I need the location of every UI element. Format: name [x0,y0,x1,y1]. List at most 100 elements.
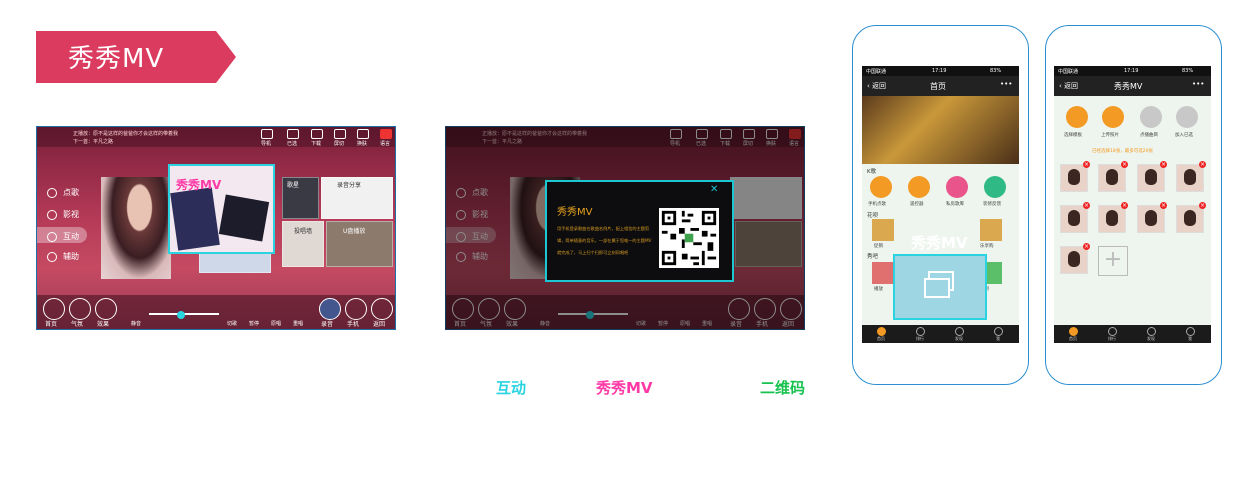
side-item-interactive[interactable]: 互动 [47,231,79,242]
delete-icon[interactable]: × [1199,161,1206,168]
bottom-label: 首页 [454,321,467,328]
delete-icon[interactable]: × [1083,161,1090,168]
promo-tile[interactable] [872,219,894,241]
me-tab-icon[interactable] [1186,327,1195,336]
playback-label[interactable]: 暂停 [249,320,259,327]
delete-icon[interactable]: × [1083,243,1090,250]
close-icon[interactable]: ✕ [710,184,718,195]
delete-icon[interactable]: × [1160,202,1167,209]
phone-button[interactable] [754,298,776,320]
top-label: 换肤 [357,141,368,147]
item-label: 装修反馈 [983,202,1001,207]
playback-label[interactable]: 原唱 [271,320,281,327]
playback-label[interactable]: 切歌 [227,320,237,327]
home-button[interactable] [452,298,474,320]
photo-thumb[interactable] [1137,205,1165,233]
atmosphere-button[interactable] [69,298,91,320]
add-photo-icon[interactable]: + [1098,246,1128,276]
delete-icon[interactable]: × [1121,202,1128,209]
side-item-interactive[interactable]: 互动 [456,231,488,242]
side-item-song[interactable]: 点歌 [456,187,488,198]
atmosphere-button[interactable] [478,298,500,320]
top-label: 屏切 [743,141,754,147]
more-button[interactable]: ••• [1000,80,1012,88]
record-button[interactable] [319,298,341,320]
delete-icon[interactable]: × [1083,202,1090,209]
back-button[interactable] [780,298,802,320]
more-button[interactable]: ••• [1192,80,1204,88]
photo-thumb[interactable] [1098,205,1126,233]
photo-thumb[interactable] [1176,205,1204,233]
bottom-label: 效果 [97,321,110,328]
tile-usb[interactable] [735,221,802,267]
add-step-icon[interactable] [1176,106,1198,128]
upload-hint: 已经选择18张，最多可选20张 [1092,149,1153,154]
rank-tab-icon[interactable] [1108,327,1117,336]
photo-thumb[interactable] [1060,246,1088,274]
skin-icon[interactable] [766,129,778,139]
rank-tab-icon[interactable] [916,327,925,336]
library-icon[interactable] [946,176,968,198]
now-playing: 正播放：原不是这样的爸爸你才会这样的带着我 [73,131,179,137]
nav-icon[interactable] [261,129,273,139]
skin-icon[interactable] [357,129,369,139]
delete-icon[interactable]: × [1160,161,1167,168]
photo-thumb[interactable] [1060,164,1088,192]
back-button[interactable]: ‹ 返回 [867,81,886,91]
template-step-icon[interactable] [1066,106,1088,128]
download-icon[interactable] [311,129,323,139]
selected-icon[interactable] [287,129,299,139]
back-button[interactable]: ‹ 返回 [1059,81,1078,91]
delete-icon[interactable]: × [1199,202,1206,209]
volume-knob[interactable] [177,311,185,319]
ktv-banner[interactable] [862,96,1019,164]
selected-icon[interactable] [696,129,708,139]
playback-label[interactable]: 原唱 [680,320,690,327]
back-button[interactable] [371,298,393,320]
mv-entry-highlight[interactable] [893,254,987,320]
photo-thumb[interactable] [1060,205,1088,233]
effect-button[interactable] [504,298,526,320]
record-button[interactable] [728,298,750,320]
playback-label[interactable]: 暂停 [658,320,668,327]
home-tab-icon[interactable] [1069,327,1078,336]
side-item-assist[interactable]: 辅助 [456,251,488,262]
side-item-video[interactable]: 影视 [47,209,79,220]
side-item-assist[interactable]: 辅助 [47,251,79,262]
me-tab-icon[interactable] [994,327,1003,336]
phone-song-icon[interactable] [870,176,892,198]
upload-step-icon[interactable] [1102,106,1124,128]
home-tab-icon[interactable] [877,327,886,336]
home-button[interactable] [43,298,65,320]
photo-thumb[interactable] [1098,164,1126,192]
remote-icon[interactable] [908,176,930,198]
photo-thumb[interactable] [1137,164,1165,192]
effect-button[interactable] [95,298,117,320]
side-item-song[interactable]: 点歌 [47,187,79,198]
photo-thumb[interactable] [1176,164,1204,192]
section-title: 秀吧 [867,254,879,260]
nav-icon[interactable] [670,129,682,139]
screen-icon[interactable] [334,129,346,139]
language-icon[interactable] [380,129,392,139]
play-tile[interactable] [872,262,894,284]
side-item-video[interactable]: 影视 [456,209,488,220]
delete-icon[interactable]: × [1121,161,1128,168]
feedback-icon[interactable] [984,176,1006,198]
playback-label[interactable]: 切歌 [636,320,646,327]
top-label: 导机 [670,141,681,147]
playback-label[interactable]: 重唱 [702,320,712,327]
volume-knob[interactable] [586,311,594,319]
language-icon[interactable] [789,129,801,139]
download-icon[interactable] [720,129,732,139]
screen-icon[interactable] [743,129,755,139]
phone-button[interactable] [345,298,367,320]
discover-tab-icon[interactable] [955,327,964,336]
song-step-icon[interactable] [1140,106,1162,128]
step-label: 加入已选 [1175,133,1193,138]
tile-record-share[interactable] [730,177,802,219]
playback-label[interactable]: 重唱 [293,320,303,327]
discover-tab-icon[interactable] [1147,327,1156,336]
shop-tile[interactable] [980,219,1002,241]
battery: 83% [990,68,1002,74]
